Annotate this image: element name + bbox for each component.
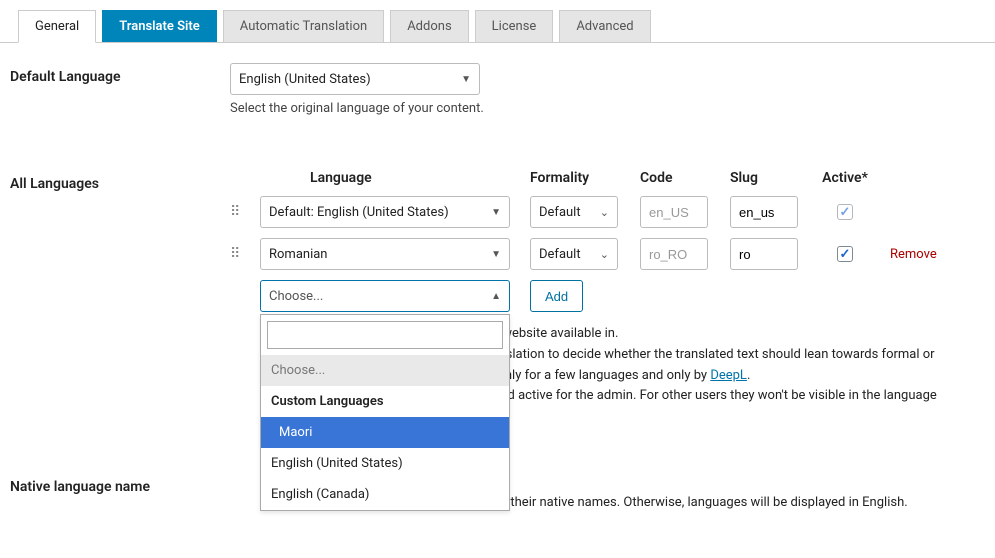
header-formality: Formality [530,170,620,186]
remove-language-link[interactable]: Remove [890,247,937,262]
dropdown-option-placeholder[interactable]: Choose... [261,355,509,386]
tab-advanced[interactable]: Advanced [559,10,650,42]
chevron-down-icon: ⌄ [600,248,609,261]
header-code: Code [640,170,710,186]
dropdown-option[interactable]: Maori [261,417,509,448]
language-select[interactable]: Default: English (United States) ▼ [260,196,510,228]
header-slug: Slug [730,170,800,186]
language-select[interactable]: Romanian ▼ [260,238,510,270]
native-language-name-label: Native language name [10,473,230,514]
default-language-label: Default Language [10,63,230,116]
language-dropdown-list[interactable]: Choose... Custom Languages Maori English… [261,355,509,510]
languages-header-row: Language Formality Code Slug Active* [230,170,985,186]
chevron-down-icon: ▼ [461,74,471,85]
tab-addons[interactable]: Addons [390,10,468,42]
settings-tabs: General Translate Site Automatic Transla… [0,0,995,43]
chevron-down-icon: ⌄ [600,206,609,219]
add-language-button[interactable]: Add [530,280,583,312]
add-language-select[interactable]: Choose... ▲ [260,280,510,312]
chevron-up-icon: ▲ [491,291,501,302]
add-language-row: Choose... ▲ Choose... Custom Languages M… [230,280,985,312]
active-checkbox [837,204,853,220]
default-language-select[interactable]: English (United States) ▼ [230,63,480,95]
default-language-helper: Select the original language of your con… [230,101,985,116]
tab-general[interactable]: General [18,10,96,43]
dropdown-option[interactable]: English (Canada) [261,479,509,510]
formality-select[interactable]: Default ⌄ [530,238,618,270]
dropdown-group-label: Custom Languages [261,386,509,417]
active-checkbox[interactable] [837,246,853,262]
tab-automatic-translation[interactable]: Automatic Translation [223,10,384,42]
slug-input[interactable] [730,196,798,228]
tab-translate-site[interactable]: Translate Site [102,10,217,42]
deepl-link[interactable]: DeepL [710,368,747,383]
language-search-input[interactable] [267,321,503,349]
code-input [640,196,708,228]
chevron-down-icon: ▼ [491,249,501,260]
slug-input[interactable] [730,238,798,270]
language-row: ⠿ Romanian ▼ Default ⌄ [230,238,985,270]
tab-license[interactable]: License [475,10,554,42]
code-input [640,238,708,270]
drag-handle-icon[interactable]: ⠿ [230,204,240,220]
dropdown-option[interactable]: English (United States) [261,448,509,479]
default-language-value: English (United States) [239,72,371,87]
header-language: Language [260,170,510,186]
formality-select[interactable]: Default ⌄ [530,196,618,228]
drag-handle-icon[interactable]: ⠿ [230,246,240,262]
all-languages-label: All Languages [10,170,230,407]
chevron-down-icon: ▼ [491,207,501,218]
header-active: Active* [820,170,870,186]
native-language-note: es in their native names. Otherwise, lan… [480,495,908,510]
language-row: ⠿ Default: English (United States) ▼ Def… [230,196,985,228]
language-dropdown-panel: Choose... Custom Languages Maori English… [260,314,510,511]
